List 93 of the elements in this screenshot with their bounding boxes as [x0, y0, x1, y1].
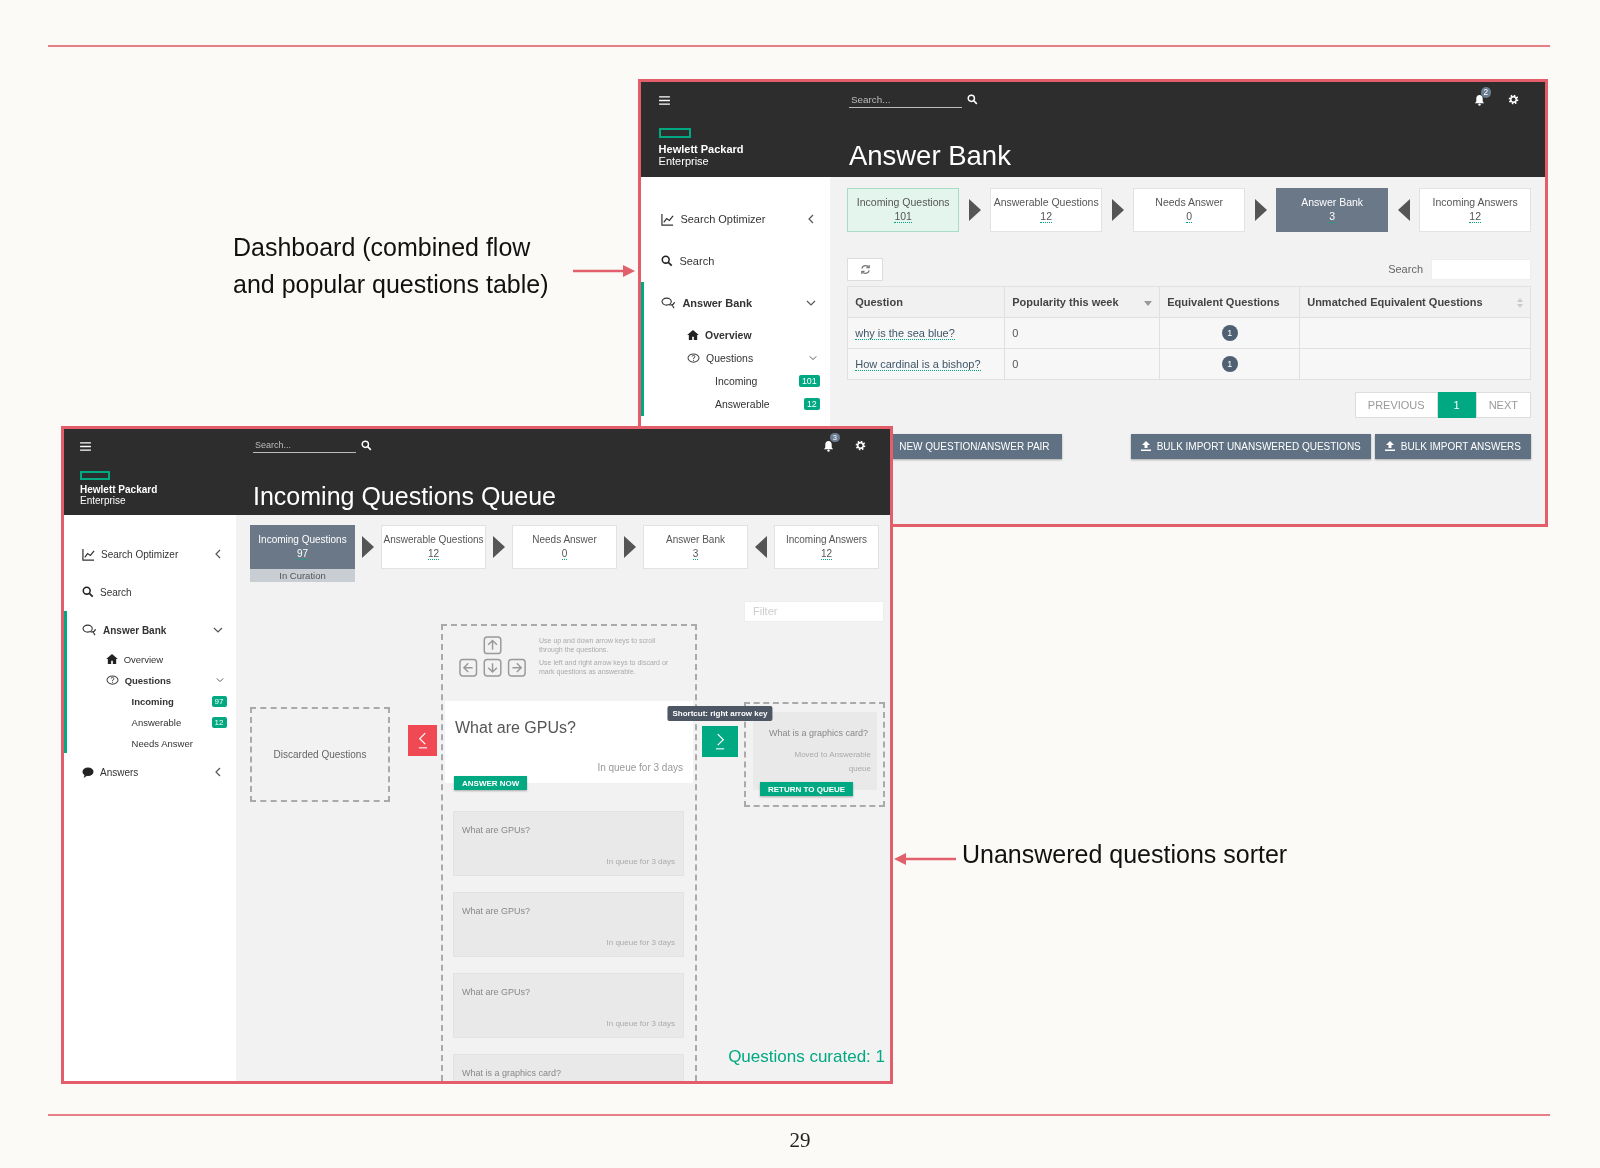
tooltip: Shortcut: right arrow key — [667, 706, 773, 721]
settings-icon[interactable] — [1507, 94, 1519, 106]
upload-icon — [1384, 441, 1395, 452]
settings-icon[interactable] — [855, 440, 866, 451]
question-text: What is a graphics card? — [769, 728, 870, 738]
chart-icon — [82, 547, 95, 561]
chevron-right-icon — [714, 733, 726, 750]
question-text: What is a graphics card? — [462, 1068, 563, 1078]
flow-step[interactable]: Needs Answer 0 — [1133, 187, 1246, 232]
refresh-icon — [859, 263, 871, 275]
sidebar-item[interactable]: Incoming 97 — [67, 690, 236, 712]
column-header[interactable]: Equivalent Questions — [1159, 286, 1300, 318]
page-title: Incoming Questions Queue — [253, 482, 557, 513]
curated-count: Questions curated: 1 — [728, 1047, 885, 1067]
discard-zone: Discarded Questions — [250, 707, 390, 802]
brand-logo: Hewlett Packard Enterprise — [80, 470, 158, 506]
sidebar-item[interactable]: Search Optimizer — [641, 198, 831, 241]
question-text: What are GPUs? — [462, 987, 532, 997]
flow-step[interactable]: Incoming Answers 12 — [1419, 187, 1532, 232]
search-icon — [82, 586, 94, 598]
flow-step[interactable]: Answerable Questions 12 — [381, 525, 486, 569]
annotation-text: Dashboard (combined flow and popular questions table) — [233, 232, 549, 300]
count-badge: 1 — [1221, 355, 1238, 372]
flow-step[interactable]: Answer Bank 3 — [1276, 187, 1389, 232]
chat-bubbles-icon — [82, 624, 97, 636]
menu-icon[interactable] — [658, 96, 670, 106]
sidebar-item[interactable]: Answer Bank — [641, 282, 831, 324]
flow-step[interactable]: Incoming Answers 12 — [774, 525, 879, 569]
flow-step[interactable]: Needs Answer 0 — [512, 525, 617, 569]
sidebar-item[interactable]: Answerable 12 — [67, 711, 236, 733]
chevron-left-icon[interactable] — [213, 767, 223, 778]
column-header[interactable]: Question — [847, 286, 1005, 318]
queue-age: In queue for 3 days — [596, 762, 683, 773]
refresh-button[interactable] — [847, 257, 884, 281]
column-header[interactable]: Popularity this week — [1004, 286, 1160, 318]
sidebar-item[interactable]: Search — [64, 573, 236, 611]
bell-icon[interactable] — [823, 439, 834, 452]
question-text: What are GPUs? — [455, 719, 577, 737]
home-icon — [686, 330, 699, 341]
question-bubble-icon — [105, 674, 119, 686]
speech-bubble-icon — [82, 766, 94, 778]
flow-step[interactable]: Incoming Questions 97 — [250, 525, 355, 569]
sidebar-item[interactable]: Answers — [64, 753, 236, 792]
bell-icon[interactable] — [1473, 93, 1485, 106]
action-button[interactable]: BULK IMPORT UNANSWERED QUESTIONS — [1130, 433, 1371, 459]
search-icon — [660, 255, 673, 268]
action-button[interactable]: BULK IMPORT ANSWERS — [1374, 433, 1531, 459]
search-icon[interactable] — [967, 94, 979, 106]
page-title: Answer Bank — [848, 140, 1012, 174]
status-label: In Curation — [250, 569, 355, 582]
count-badge: 12 — [211, 716, 227, 728]
table-cell: 0 — [1004, 317, 1160, 349]
chevron-left-icon — [417, 732, 428, 749]
count-badge: 1 — [1221, 324, 1238, 341]
count-badge: 101 — [798, 375, 820, 388]
sidebar-item[interactable]: Questions — [644, 346, 831, 370]
count-badge: 12 — [803, 398, 820, 411]
page-number: 29 — [788, 1128, 812, 1153]
brand-logo: Hewlett Packard Enterprise — [658, 128, 744, 167]
sidebar-item[interactable]: Overview — [644, 324, 831, 347]
search-icon[interactable] — [361, 440, 372, 451]
sidebar-item[interactable]: Answerable 12 — [644, 392, 831, 416]
upload-icon — [1140, 441, 1151, 452]
home-icon — [105, 654, 118, 665]
annotation-text: Unanswered questions sorter — [962, 839, 1288, 870]
sidebar-item[interactable]: Incoming 101 — [644, 369, 831, 393]
chevron-left-icon[interactable] — [213, 549, 223, 559]
sidebar-item[interactable]: Overview — [67, 649, 236, 670]
search-label: Search — [1388, 263, 1423, 276]
arrow-keys-icon — [459, 636, 529, 677]
notification-badge: 2 — [1480, 86, 1492, 98]
question-text: What are GPUs? — [462, 906, 532, 916]
table-cell: 0 — [1004, 348, 1160, 380]
action-button[interactable]: NEW QUESTION/ANSWER PAIR — [893, 433, 1062, 459]
chevron-down-icon[interactable] — [213, 625, 223, 635]
flow-step[interactable]: Incoming Questions 101 — [847, 187, 960, 232]
flow-step[interactable]: Answerable Questions 12 — [990, 187, 1103, 232]
question-bubble-icon — [686, 352, 700, 364]
count-badge: 97 — [211, 695, 227, 707]
sidebar-item[interactable]: Answer Bank — [64, 611, 236, 649]
chat-bubbles-icon — [660, 297, 676, 310]
question-text: What are GPUs? — [462, 825, 532, 835]
search-field[interactable]: Search... — [848, 91, 962, 108]
column-header[interactable]: Unmatched Equivalent Questions — [1299, 286, 1531, 318]
sidebar-item[interactable]: Questions — [67, 669, 236, 691]
flow-step[interactable]: Answer Bank 3 — [643, 525, 748, 569]
sidebar-item[interactable]: Needs Answer — [67, 732, 236, 754]
chart-icon — [660, 213, 674, 226]
search-field[interactable]: Search... — [253, 438, 356, 453]
menu-icon[interactable] — [80, 442, 91, 451]
sidebar-item[interactable]: Search — [641, 240, 831, 283]
sidebar-item[interactable]: Search Optimizer — [64, 535, 236, 573]
discard-button[interactable] — [408, 725, 437, 756]
